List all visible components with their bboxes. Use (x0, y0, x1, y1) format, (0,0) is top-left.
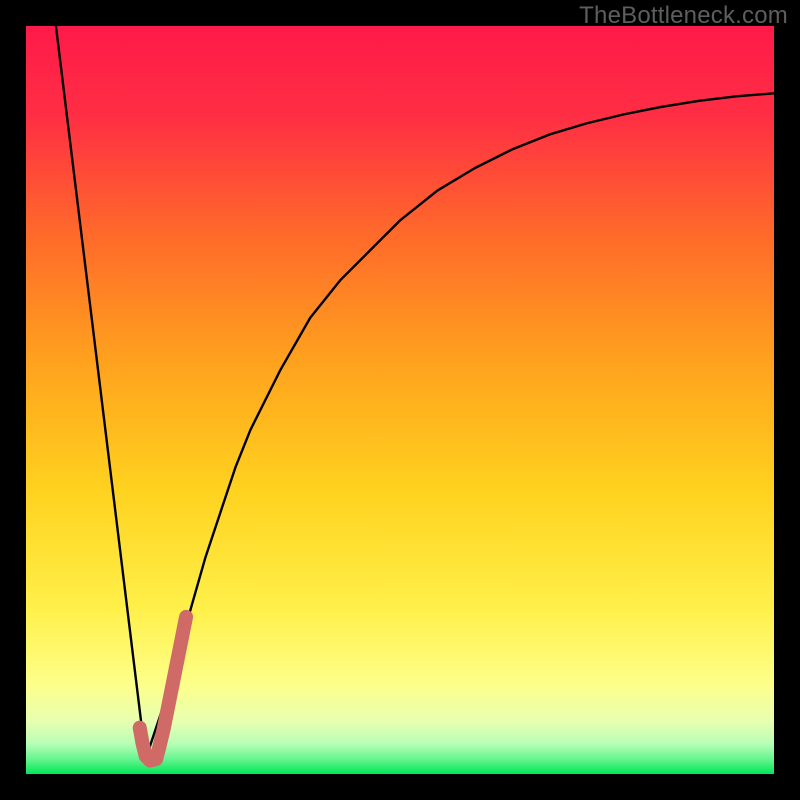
plot-area (26, 26, 774, 774)
chart-frame: TheBottleneck.com (0, 0, 800, 800)
chart-curves (26, 26, 774, 774)
highlight-j-marker (140, 617, 186, 761)
series-left-branch (56, 26, 146, 759)
series-right-branch (146, 93, 774, 759)
